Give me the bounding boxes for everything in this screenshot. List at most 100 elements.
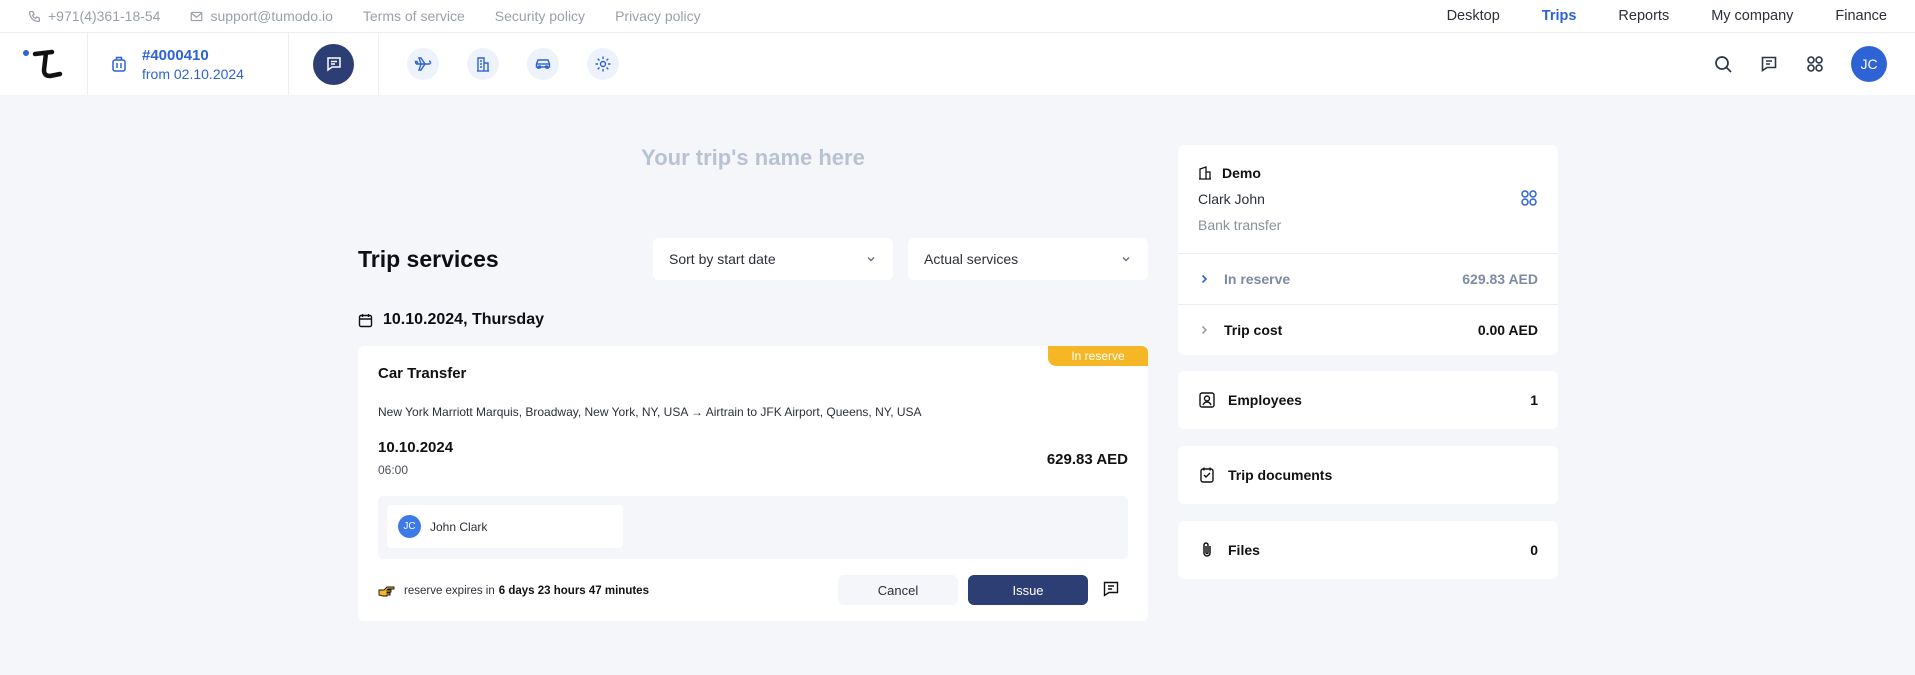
chevron-down-icon <box>1122 256 1130 262</box>
service-chat-button[interactable] <box>1102 580 1122 600</box>
divider <box>1178 304 1558 305</box>
trip-documents-row[interactable]: Trip documents <box>1198 446 1538 504</box>
employees-panel: Employees 1 <box>1178 371 1558 429</box>
in-reserve-label: In reserve <box>1224 271 1291 287</box>
user-avatar[interactable]: JC <box>1851 46 1887 82</box>
car-icon <box>535 59 551 69</box>
expire-prefix: reserve expires in <box>404 585 495 597</box>
airplane-icon <box>414 57 432 71</box>
messages-button[interactable] <box>1759 54 1779 74</box>
car-button[interactable] <box>527 48 559 80</box>
service-time: 06:00 <box>378 463 409 477</box>
in-reserve-amount: 629.83 AED <box>1462 271 1538 287</box>
chat-zone <box>289 33 379 95</box>
email-text: support@tumodo.io <box>210 8 333 24</box>
employees-count: 1 <box>1530 392 1538 408</box>
sort-select[interactable]: Sort by start date <box>653 238 893 280</box>
service-date: 10.10.2024 <box>378 439 454 456</box>
date-heading-text: 10.10.2024, Thursday <box>383 311 544 328</box>
nav-reports[interactable]: Reports <box>1618 8 1669 24</box>
privacy-policy-link[interactable]: Privacy policy <box>615 8 701 24</box>
traveller-avatar: JC <box>398 515 421 538</box>
hotel-icon <box>477 57 489 72</box>
service-price: 629.83 AED <box>1046 451 1128 468</box>
filter-select-value: Actual services <box>924 251 1019 267</box>
main-nav: Desktop Trips Reports My company Finance <box>1447 8 1887 24</box>
files-row[interactable]: Files 0 <box>1198 521 1538 579</box>
calendar-icon <box>358 313 373 327</box>
service-icons <box>379 48 619 80</box>
section-title: Trip services <box>358 246 499 272</box>
traveller-full-name: Clark John <box>1198 191 1265 207</box>
header: #4000410 from 02.10.2024 JC <box>0 33 1915 95</box>
traveller-chip[interactable]: JC John Clark <box>387 505 623 548</box>
service-title: Car Transfer <box>378 365 467 382</box>
files-panel: Files 0 <box>1178 521 1558 579</box>
issue-button[interactable]: Issue <box>968 575 1088 605</box>
nav-desktop[interactable]: Desktop <box>1447 8 1500 24</box>
header-actions: JC <box>1713 46 1915 82</box>
logo[interactable] <box>0 33 88 95</box>
logo-mark-icon <box>32 49 63 79</box>
in-reserve-row[interactable]: In reserve 629.83 AED <box>1198 271 1538 287</box>
organization-row: Demo <box>1198 165 1261 181</box>
building-icon <box>1199 166 1211 180</box>
trip-name-input[interactable]: Your trip's name here <box>358 145 1148 171</box>
expire-value: 6 days 23 hours 47 minutes <box>498 585 649 597</box>
apps-grid-icon[interactable] <box>1520 189 1538 207</box>
hotel-button[interactable] <box>467 48 499 80</box>
search-button[interactable] <box>1713 54 1733 74</box>
contact-links: +971(4)361-18-54 support@tumodo.io Terms… <box>28 8 701 24</box>
filter-select[interactable]: Actual services <box>908 238 1148 280</box>
organization-name: Demo <box>1222 165 1261 181</box>
chat-icon <box>1103 581 1119 597</box>
chevron-right-icon <box>1201 325 1208 335</box>
trip-chat-button[interactable] <box>313 43 354 85</box>
traveller-name: John Clark <box>430 519 488 534</box>
reserve-expire-info: reserve expires in 6 days 23 hours 47 mi… <box>378 584 649 598</box>
trip-cost-label: Trip cost <box>1224 322 1283 338</box>
mail-icon <box>191 11 203 21</box>
paperclip-icon <box>1203 542 1211 557</box>
top-bar: +971(4)361-18-54 support@tumodo.io Terms… <box>0 0 1915 33</box>
phone-icon <box>29 10 40 22</box>
nav-finance[interactable]: Finance <box>1835 8 1887 24</box>
logo-dot <box>23 50 29 56</box>
files-count: 0 <box>1530 542 1538 558</box>
chat-icon <box>1761 56 1777 72</box>
trip-date: from 02.10.2024 <box>142 65 244 82</box>
search-icon <box>1714 55 1732 73</box>
security-policy-link[interactable]: Security policy <box>495 8 585 24</box>
pointing-hand-icon <box>378 586 395 597</box>
files-label: Files <box>1228 542 1260 558</box>
documents-panel: Trip documents <box>1178 446 1558 504</box>
trip-summary-panel: Demo Clark John Bank transfer In reserve… <box>1178 145 1558 355</box>
documents-icon <box>1200 467 1214 483</box>
apps-grid-icon <box>1807 56 1823 72</box>
chevron-right-icon <box>1201 274 1208 284</box>
date-heading: 10.10.2024, Thursday <box>358 311 544 329</box>
airplane-button[interactable] <box>407 48 439 80</box>
cancel-button[interactable]: Cancel <box>838 575 958 605</box>
nav-trips[interactable]: Trips <box>1542 8 1577 24</box>
nav-my-company[interactable]: My company <box>1711 8 1793 24</box>
trip-cost-amount: 0.00 AED <box>1477 322 1538 338</box>
settings-gear-icon <box>595 56 611 72</box>
service-card[interactable]: In reserve Car Transfer New York Marriot… <box>358 346 1148 621</box>
phone-link[interactable]: +971(4)361-18-54 <box>28 8 160 24</box>
employees-row[interactable]: Employees 1 <box>1198 371 1538 429</box>
terms-link[interactable]: Terms of service <box>363 8 465 24</box>
chat-icon <box>326 57 341 72</box>
trip-number: #4000410 <box>142 46 209 64</box>
person-badge-icon <box>1199 392 1215 408</box>
phone-text: +971(4)361-18-54 <box>48 8 161 24</box>
chevron-down-icon <box>867 256 875 262</box>
payment-method: Bank transfer <box>1198 217 1282 233</box>
trip-cost-row[interactable]: Trip cost 0.00 AED <box>1198 322 1538 338</box>
sort-select-value: Sort by start date <box>669 251 776 267</box>
email-link[interactable]: support@tumodo.io <box>190 8 333 24</box>
settings-button[interactable] <box>587 48 619 80</box>
trip-info[interactable]: #4000410 from 02.10.2024 <box>88 33 289 95</box>
apps-button[interactable] <box>1805 54 1825 74</box>
suitcase-icon <box>112 56 126 72</box>
